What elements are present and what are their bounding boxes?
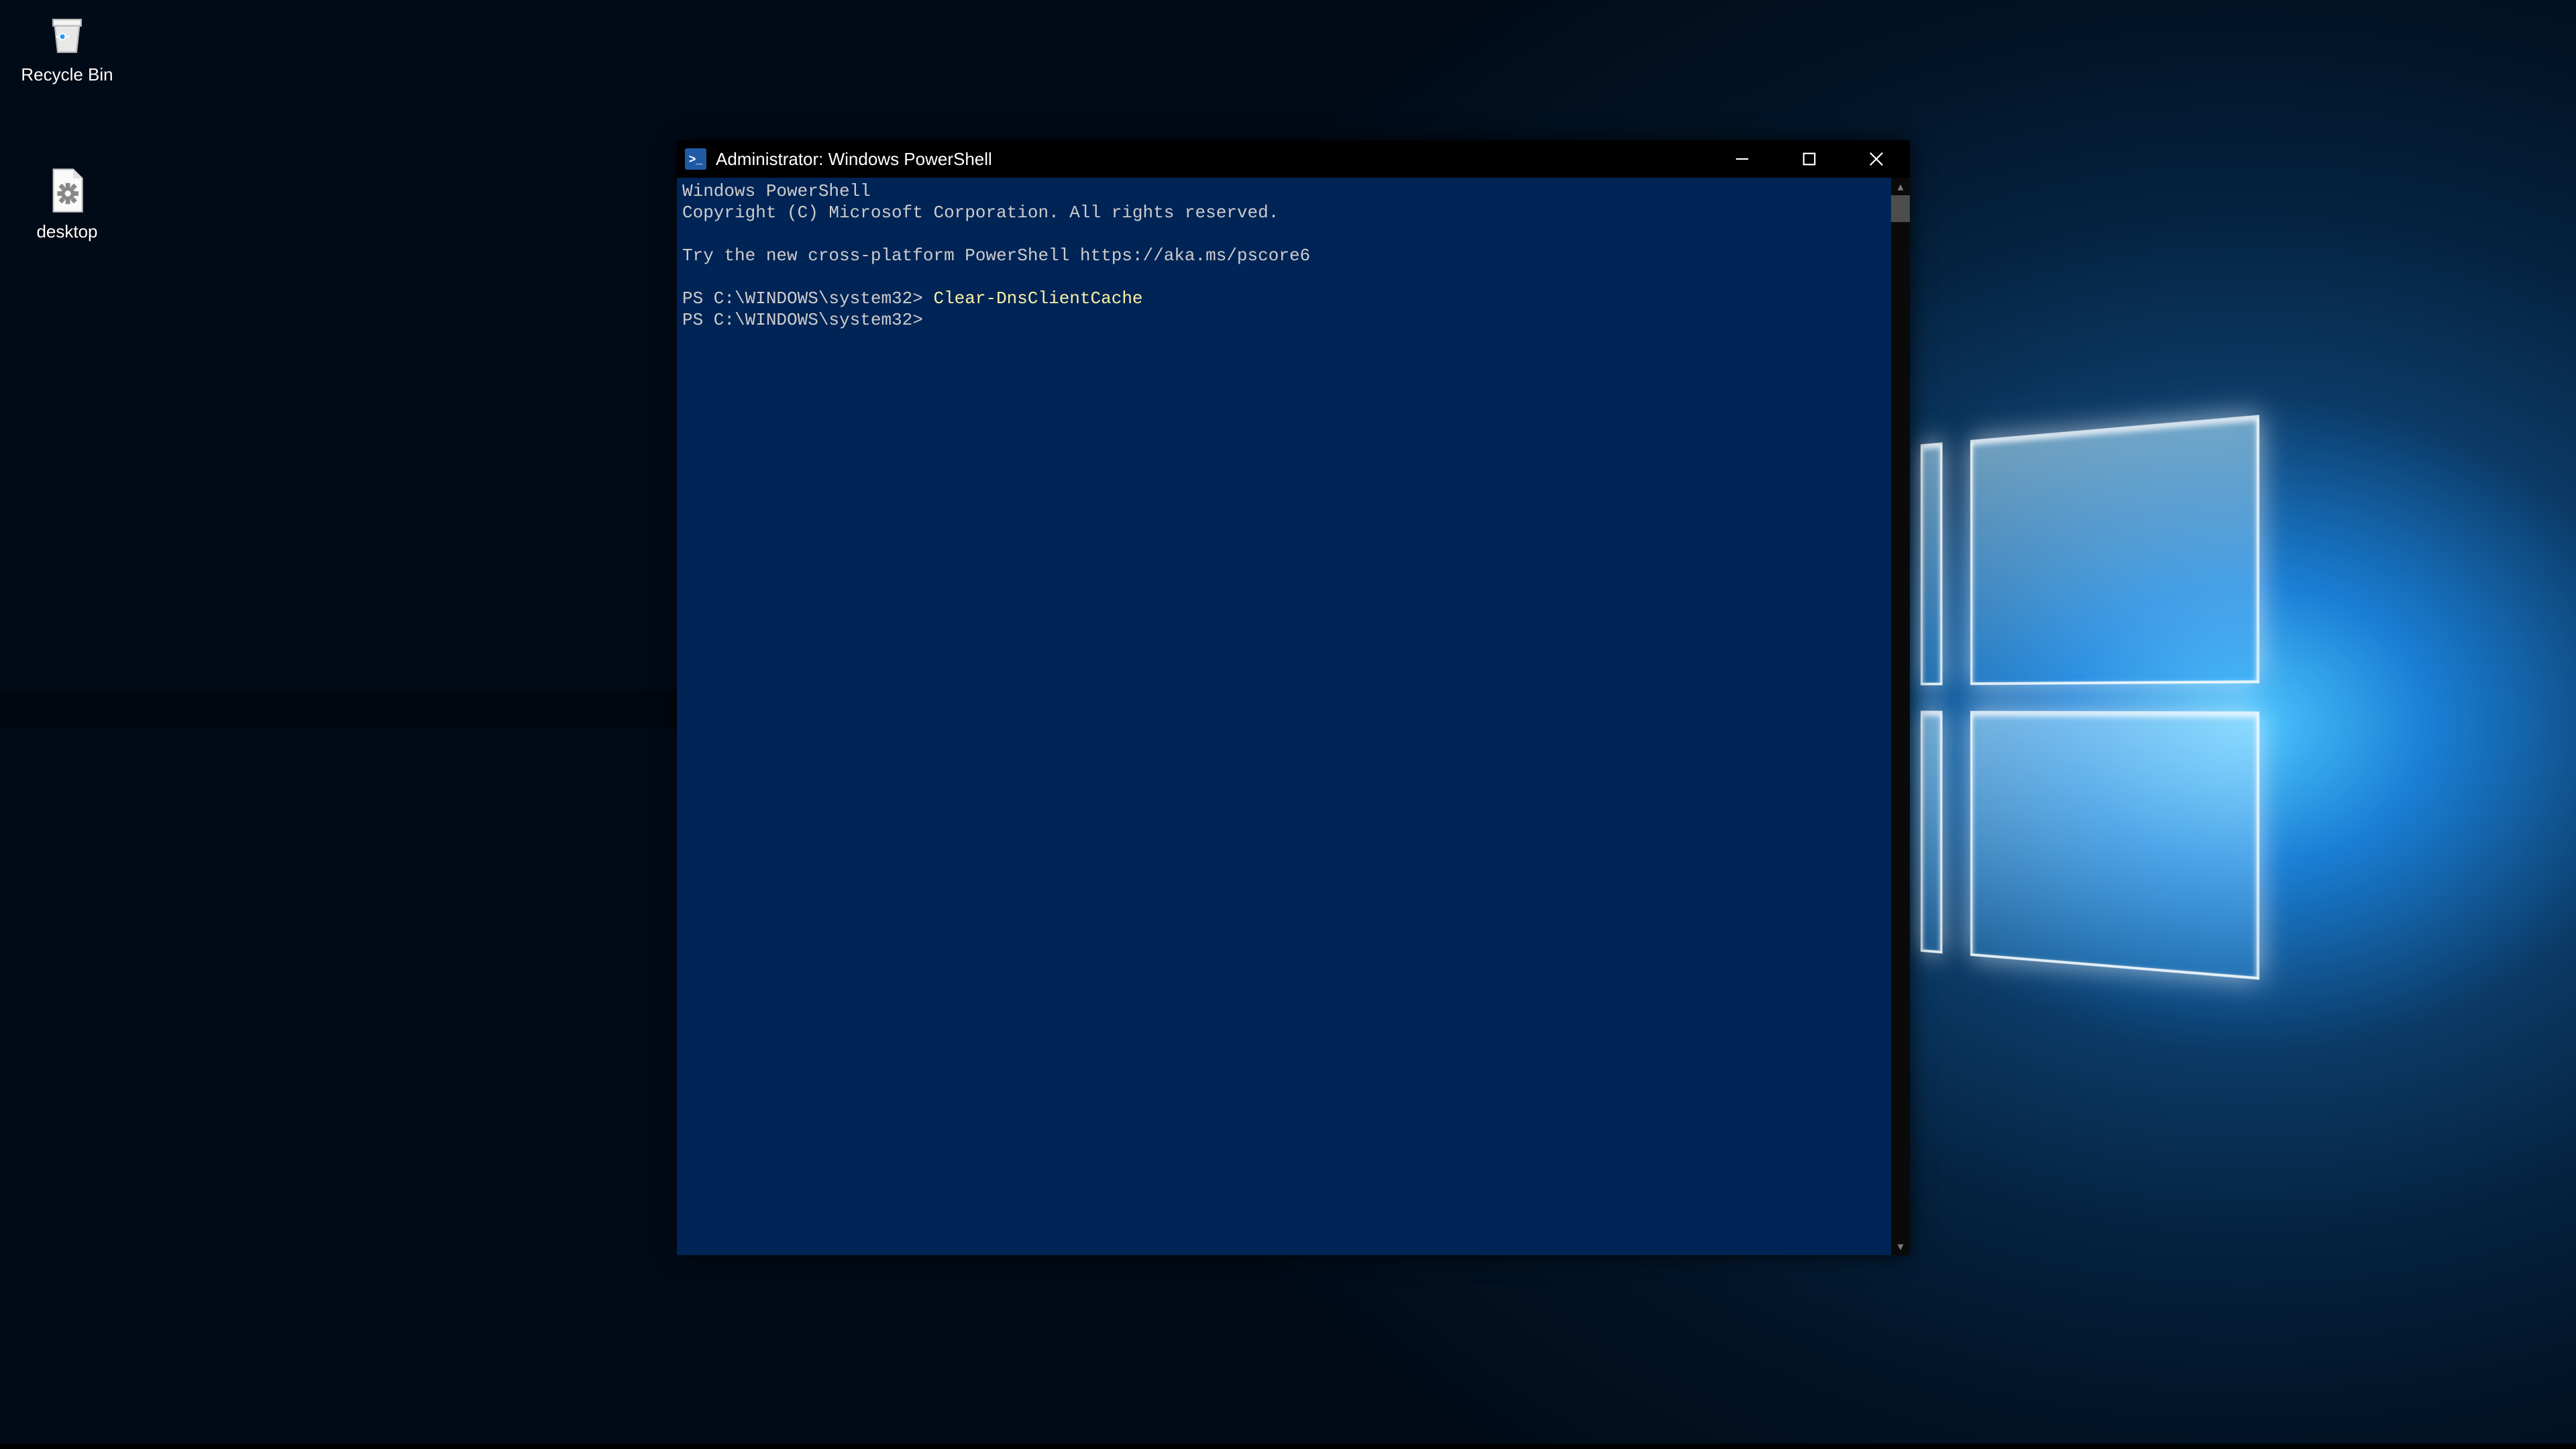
powershell-window: >_ Administrator: Windows PowerShell Win… xyxy=(677,140,1910,1255)
ini-file-icon xyxy=(40,164,94,217)
taskbar[interactable] xyxy=(0,1444,2576,1449)
console-line: Try the new cross-platform PowerShell ht… xyxy=(682,246,1310,266)
minimize-button[interactable] xyxy=(1709,140,1776,178)
close-button[interactable] xyxy=(1843,140,1910,178)
wallpaper-windows-logo xyxy=(1921,413,2287,996)
recycle-bin-icon xyxy=(40,7,94,60)
scroll-down-arrow-icon[interactable]: ▾ xyxy=(1891,1238,1910,1255)
console-line: Copyright (C) Microsoft Corporation. All… xyxy=(682,203,1279,223)
window-titlebar[interactable]: >_ Administrator: Windows PowerShell xyxy=(677,140,1910,178)
desktop-icon-desktop-ini[interactable]: desktop xyxy=(13,164,121,242)
console-line: Windows PowerShell xyxy=(682,181,871,201)
powershell-icon: >_ xyxy=(685,148,706,170)
scroll-thumb[interactable] xyxy=(1891,195,1910,222)
window-controls xyxy=(1709,140,1910,178)
powershell-console[interactable]: Windows PowerShell Copyright (C) Microso… xyxy=(677,178,1891,1255)
maximize-button[interactable] xyxy=(1776,140,1843,178)
console-command: Clear-DnsClientCache xyxy=(933,288,1142,309)
desktop-icon-label: desktop xyxy=(36,221,97,242)
desktop-icon-recycle-bin[interactable]: Recycle Bin xyxy=(13,7,121,85)
powershell-body: Windows PowerShell Copyright (C) Microso… xyxy=(677,178,1910,1255)
wallpaper-dark-band xyxy=(0,690,678,729)
console-prompt: PS C:\WINDOWS\system32> xyxy=(682,310,923,330)
window-title: Administrator: Windows PowerShell xyxy=(716,149,992,170)
desktop-icon-label: Recycle Bin xyxy=(21,64,113,85)
scroll-up-arrow-icon[interactable]: ▴ xyxy=(1891,178,1910,195)
scroll-track[interactable] xyxy=(1891,195,1910,1238)
console-prompt: PS C:\WINDOWS\system32> xyxy=(682,288,933,309)
console-scrollbar[interactable]: ▴ ▾ xyxy=(1891,178,1910,1255)
